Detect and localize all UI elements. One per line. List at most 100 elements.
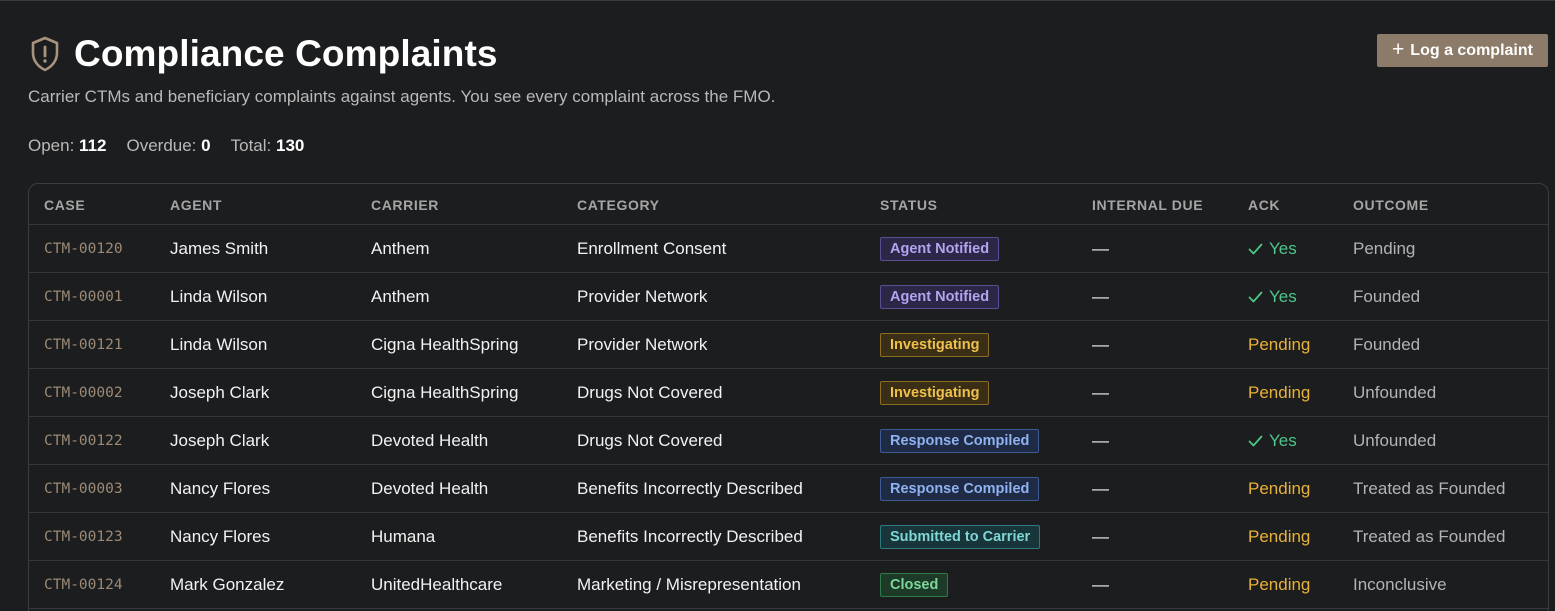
status-badge: Agent Notified	[880, 284, 1000, 309]
case-id-link[interactable]: CTM-00121	[44, 337, 123, 353]
case-id-link[interactable]: CTM-00003	[44, 481, 123, 497]
case-id-link[interactable]: CTM-00120	[44, 241, 123, 257]
outcome-cell: Founded	[1353, 286, 1421, 306]
carrier-cell: Anthem	[371, 238, 430, 258]
case-cell: CTM-00003	[44, 465, 123, 512]
status-badge: Response Compiled	[880, 428, 1040, 453]
internal-due-cell: —	[1092, 574, 1109, 594]
category-cell: Provider Network	[577, 286, 708, 306]
status-cell: Closed	[880, 561, 949, 608]
outcome-cell: Inconclusive	[1353, 574, 1447, 594]
case-cell: CTM-00121	[44, 321, 123, 368]
ack-pending: Pending	[1248, 382, 1311, 402]
check-icon	[1248, 291, 1263, 303]
table-row[interactable]: CTM-00121 Linda Wilson Cigna HealthSpring P…	[29, 321, 1548, 369]
case-id-link[interactable]: CTM-00123	[44, 529, 123, 545]
ack-pending: Pending	[1248, 526, 1311, 546]
outcome-cell: Unfounded	[1353, 382, 1437, 402]
table-row[interactable]: CTM-00001 Linda Wilson Anthem Provider Netw…	[29, 273, 1548, 321]
page-subtitle: Carrier CTMs and beneficiary complaints …	[28, 87, 776, 106]
case-cell: CTM-00001	[44, 273, 123, 320]
agent-cell: Nancy Flores	[170, 478, 271, 498]
table-row[interactable]: CTM-00124 Mark Gonzalez UnitedHealthcare Ma…	[29, 561, 1548, 609]
case-cell: CTM-00002	[44, 369, 123, 416]
column-header-category: CATEGORY	[577, 196, 660, 213]
status-badge: Submitted to Carrier	[880, 524, 1041, 549]
status-badge: Closed	[880, 572, 949, 597]
status-cell: Agent Notified	[880, 225, 1000, 272]
internal-due-cell: —	[1092, 526, 1109, 546]
ack-cell: Yes	[1248, 225, 1297, 272]
outcome-cell: Founded	[1353, 334, 1421, 354]
agent-cell: James Smith	[170, 238, 269, 258]
agent-cell: Mark Gonzalez	[170, 574, 285, 594]
case-cell: CTM-00120	[44, 225, 123, 272]
outcome-cell: Unfounded	[1353, 430, 1437, 450]
carrier-cell: Devoted Health	[371, 430, 489, 450]
table-row[interactable]: CTM-00123 Nancy Flores Humana Benefits Inco…	[29, 513, 1548, 561]
case-cell: CTM-00124	[44, 561, 123, 608]
summary-stats: Open: 112 Overdue: 0 Total: 130	[28, 136, 304, 156]
ack-pending: Pending	[1248, 574, 1311, 594]
case-id-link[interactable]: CTM-00122	[44, 433, 123, 449]
table-row[interactable]: CTM-00002 Joseph Clark Cigna HealthSpring D…	[29, 369, 1548, 417]
ack-yes: Yes	[1248, 287, 1297, 307]
case-cell: CTM-00123	[44, 513, 123, 560]
status-badge: Agent Notified	[880, 236, 1000, 261]
ack-label: Yes	[1269, 286, 1297, 306]
shield-alert-icon	[28, 34, 62, 74]
agent-cell: Linda Wilson	[170, 286, 268, 306]
complaints-page: Compliance Complaints Carrier CTMs and b…	[0, 0, 1555, 611]
internal-due-cell: —	[1092, 286, 1109, 306]
table-row[interactable]: CTM-00003 Nancy Flores Devoted Health Benef…	[29, 465, 1548, 513]
carrier-cell: Anthem	[371, 286, 430, 306]
stat-total: Total: 130	[230, 136, 305, 155]
status-cell: Investigating	[880, 369, 990, 416]
column-header-case: CASE	[44, 196, 86, 213]
log-complaint-button[interactable]: + Log a complaint	[1377, 34, 1548, 67]
stat-overdue: Overdue: 0	[126, 136, 211, 155]
carrier-cell: Cigna HealthSpring	[371, 382, 519, 402]
category-cell: Drugs Not Covered	[577, 430, 723, 450]
outcome-cell: Treated as Founded	[1353, 526, 1506, 546]
ack-label: Yes	[1269, 238, 1297, 258]
ack-cell: Pending	[1248, 513, 1310, 560]
table-row[interactable]: CTM-00122 Joseph Clark Devoted Health Drugs…	[29, 417, 1548, 465]
table-row[interactable]: CTM-00120 James Smith Anthem Enrollment Con…	[29, 225, 1548, 273]
ack-pending: Pending	[1248, 478, 1311, 498]
log-complaint-label: Log a complaint	[1410, 41, 1533, 59]
carrier-cell: Humana	[371, 526, 436, 546]
check-icon	[1248, 435, 1263, 447]
internal-due-cell: —	[1092, 430, 1109, 450]
case-id-link[interactable]: CTM-00001	[44, 289, 123, 305]
case-id-link[interactable]: CTM-00124	[44, 577, 123, 593]
status-cell: Investigating	[880, 321, 990, 368]
column-header-agent: AGENT	[170, 196, 222, 213]
stat-open: Open: 112	[28, 136, 107, 155]
status-cell: Response Compiled	[880, 417, 1040, 464]
agent-cell: Joseph Clark	[170, 430, 270, 450]
ack-cell: Pending	[1248, 321, 1310, 368]
category-cell: Provider Network	[577, 334, 708, 354]
category-cell: Enrollment Consent	[577, 238, 727, 258]
status-cell: Response Compiled	[880, 465, 1040, 512]
status-cell: Agent Notified	[880, 273, 1000, 320]
case-id-link[interactable]: CTM-00002	[44, 385, 123, 401]
ack-cell: Pending	[1248, 465, 1310, 512]
outcome-cell: Pending	[1353, 238, 1416, 258]
internal-due-cell: —	[1092, 238, 1109, 258]
complaints-table: CASE AGENT CARRIER CATEGORY STATUS INTER…	[28, 183, 1549, 611]
case-cell: CTM-00122	[44, 417, 123, 464]
internal-due-cell: —	[1092, 382, 1109, 402]
agent-cell: Nancy Flores	[170, 526, 271, 546]
internal-due-cell: —	[1092, 478, 1109, 498]
status-badge: Investigating	[880, 380, 990, 405]
carrier-cell: Cigna HealthSpring	[371, 334, 519, 354]
carrier-cell: UnitedHealthcare	[371, 574, 503, 594]
ack-cell: Pending	[1248, 561, 1310, 608]
table-header-row: CASE AGENT CARRIER CATEGORY STATUS INTER…	[29, 184, 1548, 225]
agent-cell: Joseph Clark	[170, 382, 270, 402]
ack-yes: Yes	[1248, 431, 1297, 451]
ack-cell: Pending	[1248, 369, 1310, 416]
page-header: Compliance Complaints	[28, 33, 498, 75]
